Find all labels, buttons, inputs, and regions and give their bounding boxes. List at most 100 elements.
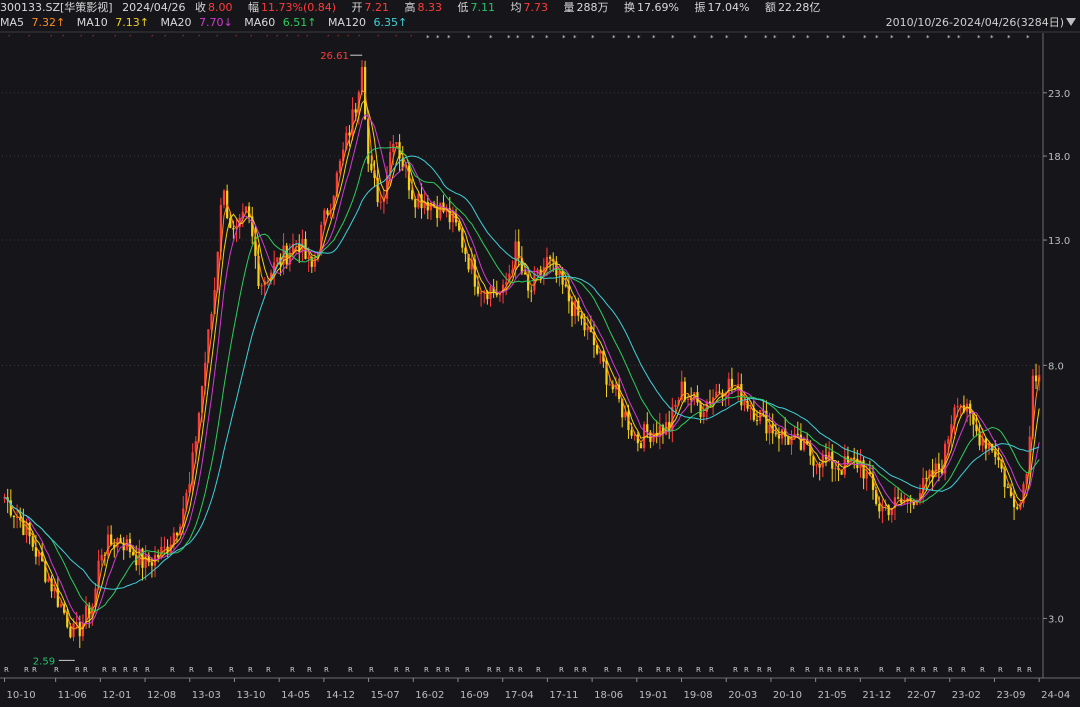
event-marker-bottom: R [854,666,859,674]
x-tick-label: 16-09 [460,690,489,701]
event-marker-bottom: R [790,666,795,674]
candle-body [354,109,357,113]
event-marker-top: ʼ [50,34,52,42]
event-marker-bottom: R [248,666,253,674]
extreme-annotations: 26.61 2.59 [33,51,363,667]
candle-body [59,604,63,607]
event-marker-bottom: R [666,666,671,674]
event-marker-bottom: R [189,666,194,674]
x-tick-label: 20-10 [773,690,802,701]
candle-body [586,327,589,331]
event-marker-bottom: R [910,666,915,674]
candle-body [106,534,110,556]
x-tick-label: 13-03 [192,690,221,701]
event-marker-bottom: R [998,666,1003,674]
candle-body [163,546,166,548]
x-tick-label: 13-10 [236,690,265,701]
candle-body [351,109,354,136]
event-marker-bottom: R [733,666,738,674]
candlestick-chart[interactable]: ʼ ʼ ʼ ʼ ʼ ʼ ʼ ʼ ʼ ʼ ʼ ʼ ʼ ʼ ʼ ʼ ʼ ʼ ʼ ʼ ʼ ʼ ʼ ʼ ʼ ʼ ʼ * * * * * * * * * * * * *… [0,0,1080,707]
event-marker-bottom: R [24,666,29,674]
ma-line [4,114,1040,625]
candle-body [100,554,103,561]
candle-body [260,285,263,287]
candle-body [853,457,856,459]
event-marker-bottom: R [496,666,501,674]
y-tick-label: 23.0 [1048,89,1070,100]
event-marker-bottom: R [604,666,609,674]
event-marker-top: * [826,34,830,42]
date-axis: 10-10 11-06 12-01 12-08 13-03 13-10 14-05 14-12… [4,678,1070,701]
candle-body [896,497,900,499]
candle-body [313,257,317,267]
event-marker-bottom: R [961,666,966,674]
candle-body [244,206,248,212]
event-marker-bottom: R [4,666,9,674]
event-marker-bottom: R [948,666,953,674]
event-marker-bottom: R [617,666,622,674]
y-tick-label: 3.0 [1048,614,1064,625]
event-marker-bottom: R [487,666,492,674]
event-marker-bottom: R [208,666,213,674]
x-tick-label: 10-10 [7,690,36,701]
candle-body [530,290,533,292]
event-marker-top: ʼ [250,34,252,42]
event-marker-top: ʼ [164,34,166,42]
x-tick-label: 11-06 [58,690,87,701]
candle-body [686,398,690,400]
event-marker-bottom: R [518,666,523,674]
event-marker-bottom: R [290,666,295,674]
moving-averages [4,89,1040,630]
event-marker-bottom: R [1027,666,1032,674]
event-marker-bottom: R [656,666,661,674]
candle-body [1006,486,1009,488]
event-marker-top: * [1007,34,1011,42]
event-marker-top: * [591,34,595,42]
candle-body [523,272,527,275]
candle-body [392,143,395,153]
event-marker-top: * [806,34,810,42]
candle-body [47,578,50,582]
candle-body [799,434,802,450]
candle-body [674,404,677,407]
event-marker-top: * [436,34,440,42]
event-marker-top: ʼ [92,34,94,42]
event-marker-top: ʼ [198,34,200,42]
event-marker-bottom: R [559,666,564,674]
event-marker-bottom: R [123,666,128,674]
x-tick-label: 20-03 [728,690,757,701]
event-marker-top: ʼ [327,34,329,42]
event-marker-top: * [1026,34,1030,42]
event-marker-top: ʼ [129,34,131,42]
candle-body [652,432,655,442]
event-marker-top: ʼ [286,34,288,42]
event-marker-top: ʼ [235,34,237,42]
event-marker-top: ʼ [358,34,360,42]
event-marker-top: * [890,34,894,42]
event-marker-top: * [957,34,961,42]
candle-body [718,391,721,393]
event-marker-bottom: R [170,666,175,674]
event-marker-top: * [562,34,566,42]
event-marker-top: ʼ [337,34,339,42]
ma-line [4,89,1040,630]
event-marker-top: ʼ [80,34,82,42]
candle-body [1016,507,1019,509]
candle-body [150,562,154,566]
event-marker-bottom: R [582,666,587,674]
event-marker-bottom: R [348,666,353,674]
event-marker-top: * [792,34,796,42]
event-marker-bottom: R [112,666,117,674]
candle-body [596,344,599,354]
x-tick-label: 21-05 [818,690,847,701]
event-marker-bottom: R [75,666,80,674]
candle-body [222,190,226,205]
event-marker-top: * [612,34,616,42]
event-marker-bottom: R [757,666,762,674]
candle-body [12,515,16,518]
event-marker-top: * [773,34,777,42]
candle-body [740,383,743,406]
event-marker-bottom: R [145,666,150,674]
event-marker-bottom: R [696,666,701,674]
event-marker-bottom: R [767,666,772,674]
